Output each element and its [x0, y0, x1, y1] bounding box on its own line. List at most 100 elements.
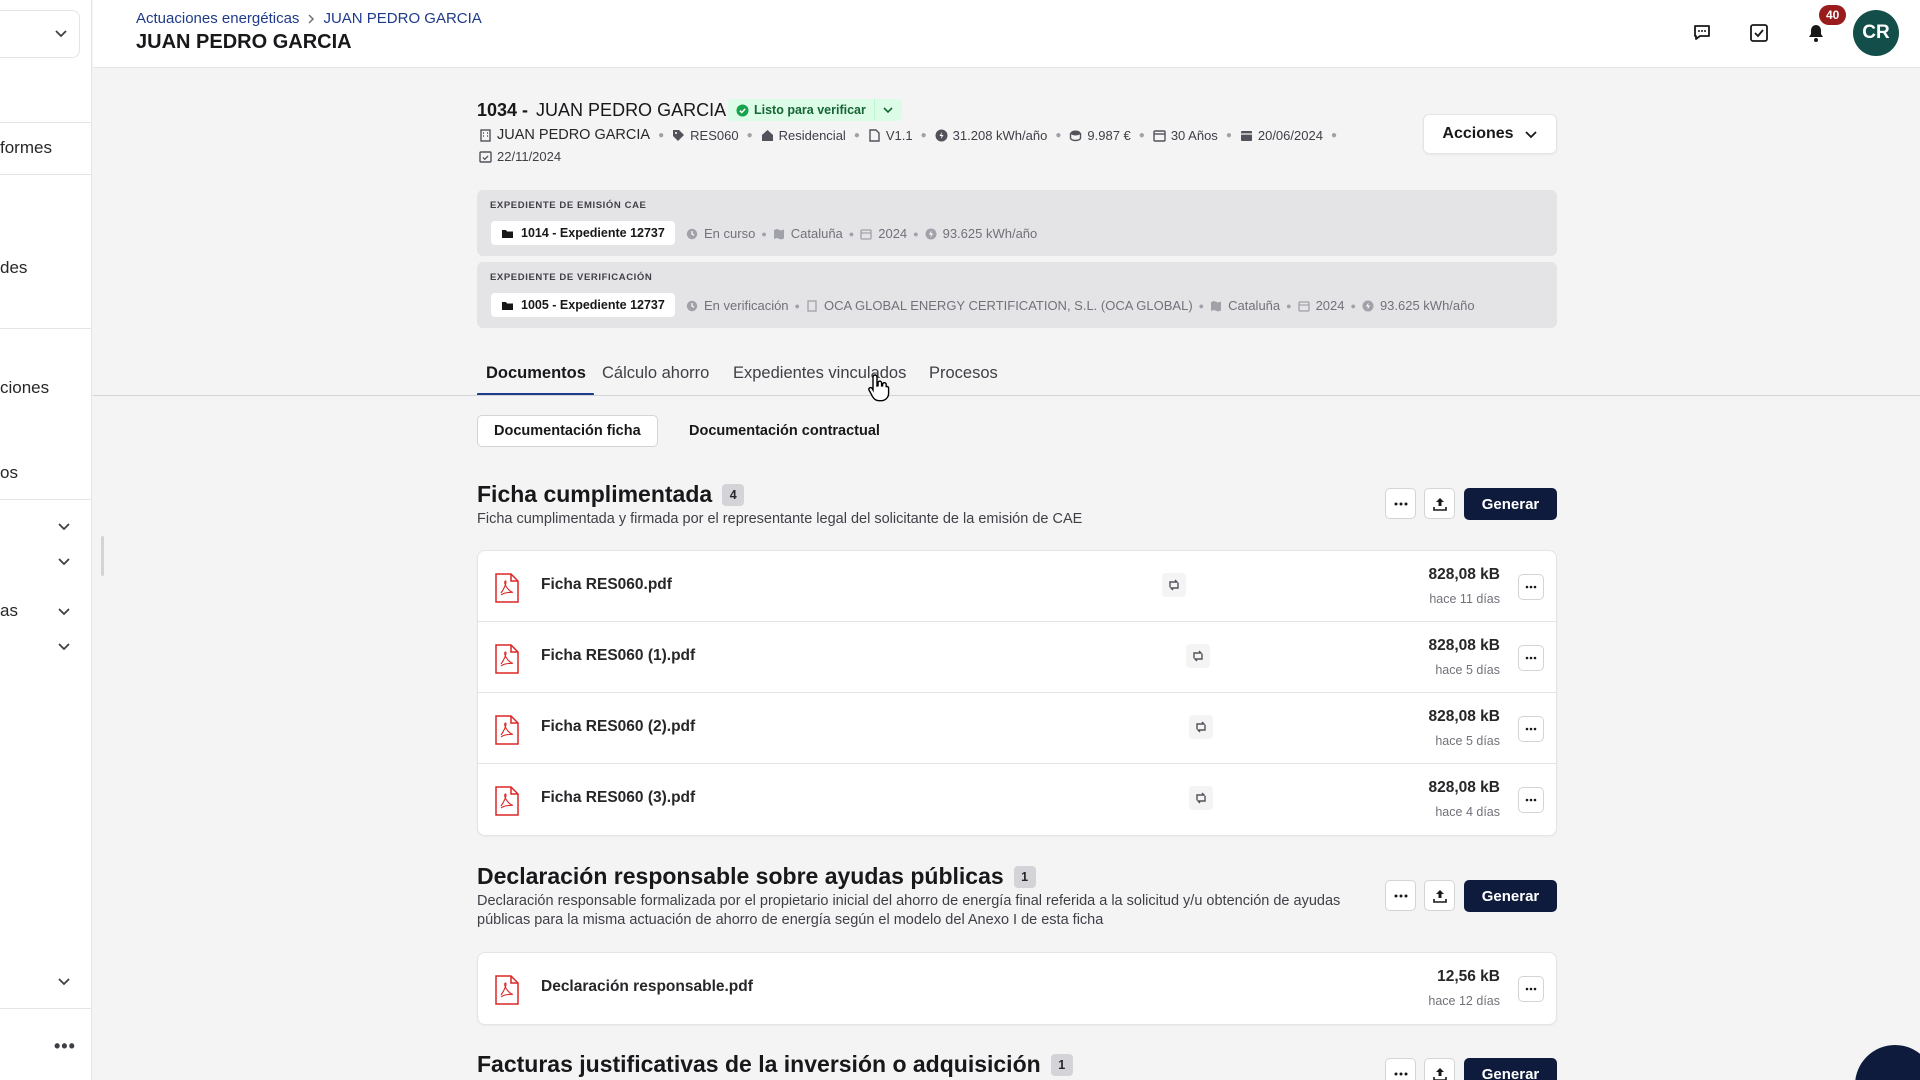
sidebar-item-ciones[interactable]: ciones [0, 378, 49, 398]
more-icon [1394, 1072, 1407, 1075]
more-options-button[interactable] [1385, 488, 1416, 519]
bell-icon[interactable] [1805, 22, 1827, 44]
meta-version: V1.1 [868, 128, 913, 143]
file-name[interactable]: Ficha RES060 (3).pdf [541, 789, 695, 807]
meta-years: 30 Años [1153, 128, 1218, 143]
upload-icon [1432, 1067, 1447, 1080]
map-icon [773, 228, 784, 239]
sidebar-resize-handle[interactable] [101, 536, 104, 576]
chevron-down-icon[interactable] [56, 638, 72, 654]
replace-file-button[interactable] [1162, 573, 1186, 597]
building-icon [807, 299, 817, 312]
upload-button[interactable] [1424, 1058, 1455, 1080]
file-row[interactable]: Ficha RES060.pdf 828,08 kB hace 11 días [478, 551, 1556, 622]
swap-icon [1169, 579, 1179, 591]
sidebar-item-informes[interactable]: formes [0, 138, 52, 158]
row-more-button[interactable] [1518, 645, 1544, 671]
workspace-select[interactable] [0, 10, 80, 58]
breadcrumb-item[interactable]: JUAN PEDRO GARCIA [323, 10, 481, 27]
meta-owner: JUAN PEDRO GARCIA [479, 127, 650, 143]
file-name[interactable]: Ficha RES060.pdf [541, 576, 672, 594]
subtab-documentacion-ficha[interactable]: Documentación ficha [477, 415, 658, 447]
row-more-button[interactable] [1518, 716, 1544, 742]
file-name[interactable]: Ficha RES060 (1).pdf [541, 647, 695, 665]
chat-widget-button[interactable] [1855, 1045, 1920, 1080]
file-date: hace 4 días [1435, 805, 1500, 819]
more-icon [1525, 656, 1537, 660]
tab-procesos[interactable]: Procesos [929, 364, 998, 383]
actions-button[interactable]: Acciones [1423, 114, 1557, 154]
file-name[interactable]: Ficha RES060 (2).pdf [541, 718, 695, 736]
row-more-button[interactable] [1518, 574, 1544, 600]
chevron-down-icon[interactable] [56, 603, 72, 619]
chat-icon[interactable] [1691, 22, 1713, 44]
sidebar-divider [0, 1008, 91, 1009]
swap-icon [1193, 650, 1203, 662]
section-description: Ficha cumplimentada y firmada por el rep… [477, 511, 1083, 527]
sidebar-item-os[interactable]: os [0, 463, 18, 483]
energy-icon [925, 228, 937, 239]
generate-button[interactable]: Generar [1464, 488, 1557, 520]
section-title: Ficha cumplimentada 4 [477, 481, 745, 508]
clock-icon [686, 300, 698, 311]
more-options-button[interactable] [1385, 880, 1416, 911]
meta-code: RES060 [672, 128, 739, 143]
more-icon[interactable]: ••• [54, 1036, 76, 1057]
file-size: 828,08 kB [1428, 637, 1500, 654]
chevron-down-icon[interactable] [56, 518, 72, 534]
meta-type: Residencial [761, 128, 846, 143]
tasks-icon[interactable] [1748, 22, 1770, 44]
generate-button[interactable]: Generar [1464, 1058, 1557, 1080]
sidebar-item-as[interactable]: as [0, 601, 18, 621]
subtab-documentacion-contractual[interactable]: Documentación contractual [673, 415, 896, 447]
tab-documentos[interactable]: Documentos [486, 364, 586, 383]
count-badge: 1 [1013, 865, 1036, 888]
coins-icon [1070, 130, 1082, 141]
status-dropdown[interactable] [873, 99, 902, 121]
upload-button[interactable] [1424, 880, 1455, 911]
file-name[interactable]: Declaración responsable.pdf [541, 978, 753, 996]
file-list: Declaración responsable.pdf 12,56 kB hac… [477, 952, 1557, 1025]
chevron-down-icon [883, 107, 893, 114]
meta-amount: 9.987 € [1069, 128, 1131, 143]
count-badge: 1 [1050, 1053, 1073, 1076]
breadcrumb-item[interactable]: Actuaciones energéticas [136, 10, 299, 27]
avatar[interactable]: CR [1853, 10, 1899, 56]
chevron-down-icon[interactable] [56, 553, 72, 569]
chevron-down-icon[interactable] [56, 973, 72, 989]
section-description: Declaración responsable formalizada por … [477, 893, 1341, 928]
generate-button[interactable]: Generar [1464, 880, 1557, 912]
home-icon [761, 129, 773, 141]
sidebar-divider [0, 499, 91, 500]
swap-icon [1196, 792, 1206, 804]
section-title: Facturas justificativas de la inversión … [477, 1051, 1073, 1078]
meta-date-end: 22/11/2024 [479, 149, 561, 164]
upload-icon [1432, 497, 1447, 511]
file-row[interactable]: Declaración responsable.pdf 12,56 kB hac… [478, 953, 1556, 1024]
row-more-button[interactable] [1518, 787, 1544, 813]
file-row[interactable]: Ficha RES060 (1).pdf 828,08 kB hace 5 dí… [478, 622, 1556, 693]
sidebar-item-des[interactable]: des [0, 258, 27, 278]
status-badge[interactable]: Listo para verificar [728, 99, 902, 121]
file-list: Ficha RES060.pdf 828,08 kB hace 11 días … [477, 550, 1557, 836]
chevron-down-icon [1524, 131, 1537, 139]
record-name: JUAN PEDRO GARCIA [536, 100, 727, 120]
replace-file-button[interactable] [1189, 786, 1213, 810]
file-row[interactable]: Ficha RES060 (3).pdf 828,08 kB hace 4 dí… [478, 764, 1556, 835]
upload-icon [1432, 889, 1447, 903]
replace-file-button[interactable] [1186, 644, 1210, 668]
expediente-emision-chip[interactable]: 1014 - Expediente 12737 [490, 220, 676, 246]
file-row[interactable]: Ficha RES060 (2).pdf 828,08 kB hace 5 dí… [478, 693, 1556, 764]
row-more-button[interactable] [1518, 976, 1544, 1002]
pdf-file-icon [495, 644, 519, 674]
sidebar-divider [0, 174, 91, 175]
record-meta: JUAN PEDRO GARCIA ● RES060 ● Residencial… [479, 127, 1359, 164]
expediente-verificacion-chip[interactable]: 1005 - Expediente 12737 [490, 292, 676, 318]
upload-button[interactable] [1424, 488, 1455, 519]
file-date: hace 11 días [1429, 592, 1500, 606]
chevron-right-icon [308, 13, 315, 24]
replace-file-button[interactable] [1189, 715, 1213, 739]
more-options-button[interactable] [1385, 1058, 1416, 1080]
tab-calculo-ahorro[interactable]: Cálculo ahorro [602, 364, 709, 383]
file-size: 828,08 kB [1428, 566, 1500, 583]
